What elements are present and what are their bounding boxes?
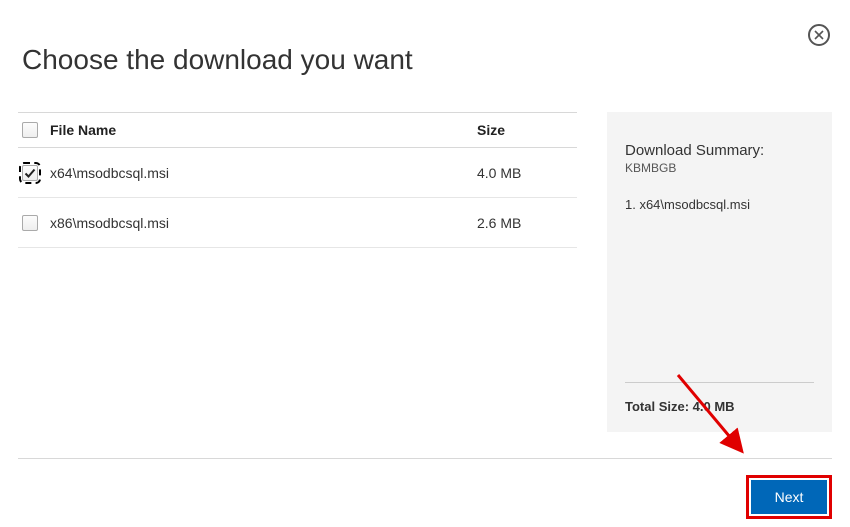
file-size: 4.0 MB — [477, 165, 577, 181]
summary-panel: Download Summary: KBMBGB 1. x64\msodbcsq… — [607, 112, 832, 432]
next-button-highlight: Next — [746, 475, 832, 519]
footer-bar: Next — [18, 458, 832, 519]
summary-total: Total Size: 4.0 MB — [625, 382, 814, 414]
file-name: x64\msodbcsql.msi — [50, 165, 477, 181]
file-table: File Name Size x64\msodbcsql.msi 4.0 MB … — [18, 112, 577, 432]
file-name: x86\msodbcsql.msi — [50, 215, 477, 231]
content-row: File Name Size x64\msodbcsql.msi 4.0 MB … — [0, 112, 850, 432]
file-checkbox[interactable] — [22, 215, 38, 231]
summary-units: KBMBGB — [625, 161, 814, 175]
close-button[interactable] — [808, 24, 830, 46]
column-size-header: Size — [477, 122, 577, 138]
table-row[interactable]: x64\msodbcsql.msi 4.0 MB — [18, 148, 577, 198]
table-row[interactable]: x86\msodbcsql.msi 2.6 MB — [18, 198, 577, 248]
file-size: 2.6 MB — [477, 215, 577, 231]
file-checkbox[interactable] — [22, 165, 38, 181]
page-title: Choose the download you want — [0, 0, 850, 76]
column-filename-header: File Name — [50, 122, 477, 138]
select-all-checkbox[interactable] — [22, 122, 38, 138]
table-header: File Name Size — [18, 112, 577, 148]
summary-item: 1. x64\msodbcsql.msi — [625, 197, 814, 212]
summary-title: Download Summary: — [625, 142, 814, 159]
next-button[interactable]: Next — [751, 480, 827, 514]
check-icon — [24, 167, 36, 179]
close-icon — [814, 30, 824, 40]
